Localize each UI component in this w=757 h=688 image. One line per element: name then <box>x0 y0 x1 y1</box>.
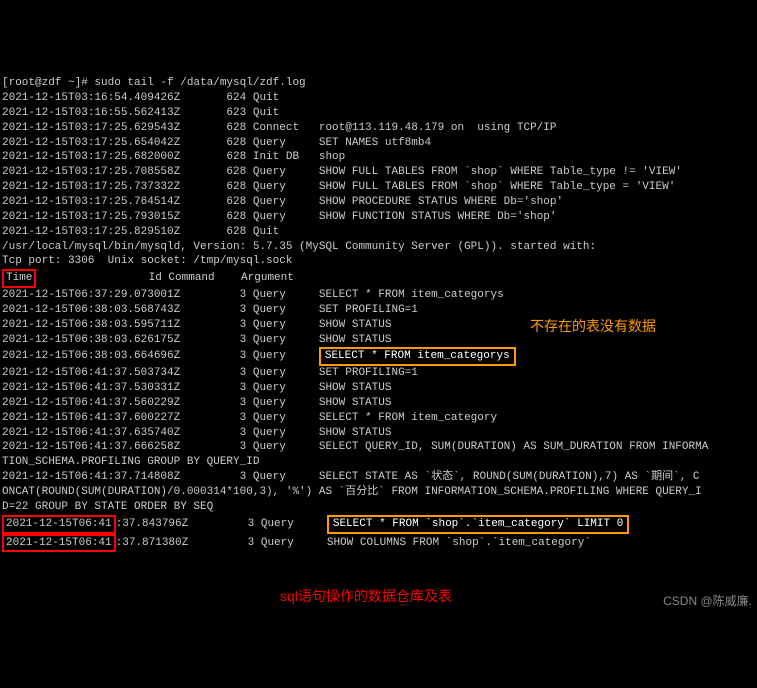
final-line-2: 2021-12-15T06:41:37.871380Z 3 Query SHOW… <box>2 537 591 549</box>
long-query-2: 2021-12-15T06:41:37.714808Z 3 Query SELE… <box>2 471 702 513</box>
mysqld-info: /usr/local/mysql/bin/mysqld, Version: 5.… <box>2 241 596 253</box>
query-line: 2021-12-15T06:38:03.626175Z 3 Query SHOW… <box>2 334 391 346</box>
log-line: 2021-12-15T03:17:25.793015Z 628 Query SH… <box>2 211 557 223</box>
log-line: 2021-12-15T03:17:25.682000Z 628 Init DB … <box>2 151 345 163</box>
time-header-highlighted: Time <box>2 269 36 288</box>
query-line: 2021-12-15T06:41:37.530331Z 3 Query SHOW… <box>2 382 391 394</box>
query-highlighted-orange: SELECT * FROM `shop`.`item_category` LIM… <box>327 515 629 534</box>
annotation-red: sql语句操作的数据仓库及表 <box>280 587 452 606</box>
terminal-window[interactable]: [root@zdf ~]# sudo tail -f /data/mysql/z… <box>0 59 757 613</box>
query-line: 2021-12-15T06:41:37.503734Z 3 Query SET … <box>2 367 418 379</box>
timestamp-highlighted: 2021-12-15T06:41 <box>2 515 116 534</box>
query-line: 2021-12-15T06:41:37.600227Z 3 Query SELE… <box>2 412 497 424</box>
log-line: 2021-12-15T03:17:25.708558Z 628 Query SH… <box>2 166 682 178</box>
query-line: 2021-12-15T06:38:03.568743Z 3 Query SET … <box>2 304 418 316</box>
shell-prompt: [root@zdf ~]# sudo tail -f /data/mysql/z… <box>2 77 306 89</box>
log-line: 2021-12-15T03:16:54.409426Z 624 Quit <box>2 92 279 104</box>
tcp-info: Tcp port: 3306 Unix socket: /tmp/mysql.s… <box>2 255 292 267</box>
log-line: 2021-12-15T03:17:25.829510Z 628 Quit <box>2 226 279 238</box>
watermark: CSDN @陈威廉. <box>663 593 752 609</box>
timestamp-highlighted: 2021-12-15T06:41 <box>2 534 116 553</box>
query-line: 2021-12-15T06:41:37.560229Z 3 Query SHOW… <box>2 397 391 409</box>
highlighted-query-line: 2021-12-15T06:38:03.664696Z 3 Query SELE… <box>2 350 516 362</box>
query-line: 2021-12-15T06:38:03.595711Z 3 Query SHOW… <box>2 319 391 331</box>
query-line: 2021-12-15T06:41:37.635740Z 3 Query SHOW… <box>2 427 391 439</box>
query-prefix: 2021-12-15T06:38:03.664696Z 3 Query <box>2 350 319 362</box>
header-rest: Id Command Argument <box>36 272 293 284</box>
query-line: 2021-12-15T06:37:29.073001Z 3 Query SELE… <box>2 289 504 301</box>
header-line: Time Id Command Argument <box>2 272 294 284</box>
long-query: 2021-12-15T06:41:37.666258Z 3 Query SELE… <box>2 441 708 468</box>
log-line: 2021-12-15T03:17:25.629543Z 628 Connect … <box>2 122 557 134</box>
query-highlighted-orange: SELECT * FROM item_categorys <box>319 347 516 366</box>
log-line: 2021-12-15T03:17:25.764514Z 628 Query SH… <box>2 196 563 208</box>
log-line: 2021-12-15T03:16:55.562413Z 623 Quit <box>2 107 279 119</box>
annotation-orange: 不存在的表没有数据 <box>530 317 656 336</box>
final-line-1: 2021-12-15T06:41:37.843796Z 3 Query SELE… <box>2 518 629 530</box>
line1-rest: :37.843796Z 3 Query <box>116 518 327 530</box>
log-line: 2021-12-15T03:17:25.737332Z 628 Query SH… <box>2 181 675 193</box>
log-line: 2021-12-15T03:17:25.654042Z 628 Query SE… <box>2 137 431 149</box>
line2-rest: :37.871380Z 3 Query SHOW COLUMNS FROM `s… <box>116 537 591 549</box>
